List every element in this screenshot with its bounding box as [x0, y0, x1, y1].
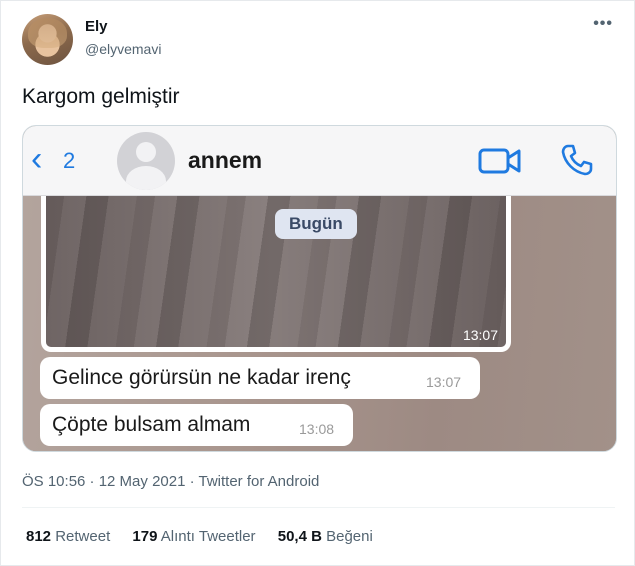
- message-bubble: Gelince görürsün ne kadar irenç 13:07: [40, 357, 480, 399]
- avatar[interactable]: [22, 14, 73, 65]
- date-pill: Bugün: [275, 209, 357, 239]
- message-bubble: Çöpte bulsam almam 13:08: [40, 404, 353, 446]
- unread-count: 2: [63, 148, 76, 173]
- author-name[interactable]: Ely: [85, 18, 108, 35]
- contact-name: annem: [188, 147, 263, 173]
- message-time: 13:08: [299, 421, 335, 437]
- contact-avatar: [117, 132, 175, 190]
- phone-call-icon: [561, 144, 593, 176]
- chat-body: 13:07 Bugün Gelince görürsün ne kadar ir…: [23, 196, 616, 452]
- more-options-icon[interactable]: •••: [593, 15, 613, 33]
- like-count[interactable]: 50,4 B Beğeni: [278, 528, 373, 545]
- message-text: Çöpte bulsam almam: [52, 413, 251, 436]
- engagement-stats: 812 Retweet 179 Alıntı Tweetler 50,4 B B…: [26, 528, 391, 545]
- tweet-timestamp[interactable]: ÖS 10:56 · 12 May 2021 · Twitter for And…: [22, 473, 319, 490]
- tweet-media-image[interactable]: ‹ 2 annem 13:07 Bugün Gelince görürsün n…: [22, 125, 617, 452]
- message-time: 13:07: [426, 374, 462, 390]
- quote-tweet-count[interactable]: 179 Alıntı Tweetler: [132, 528, 255, 545]
- video-call-icon: [478, 148, 521, 174]
- message-bubble-partial: [40, 451, 323, 452]
- photo-time: 13:07: [462, 327, 498, 343]
- message-text: Gelince görürsün ne kadar irenç: [52, 366, 351, 389]
- author-handle[interactable]: @elyvemavi: [85, 41, 161, 57]
- back-chevron-icon: ‹: [31, 140, 43, 178]
- tweet-card: Ely @elyvemavi ••• Kargom gelmiştir ‹ 2 …: [0, 0, 635, 566]
- retweet-count[interactable]: 812 Retweet: [26, 528, 110, 545]
- chat-header: ‹ 2 annem: [23, 126, 616, 196]
- divider: [22, 507, 615, 508]
- tweet-text: Kargom gelmiştir: [22, 85, 180, 108]
